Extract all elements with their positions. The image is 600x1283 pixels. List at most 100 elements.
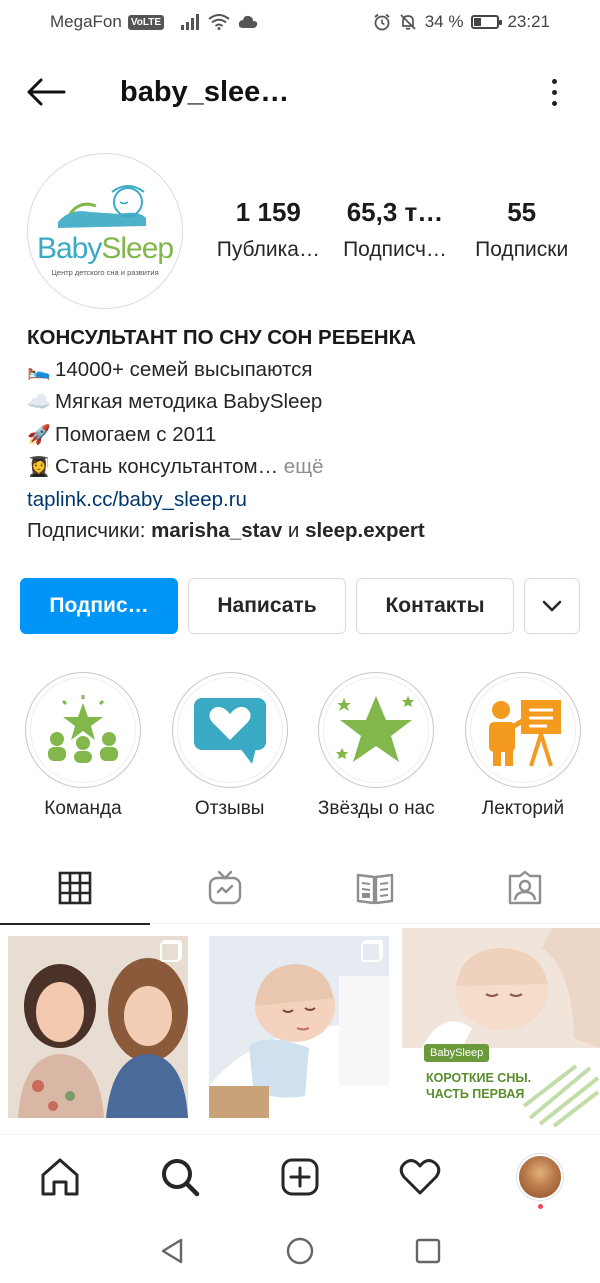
more-options-button[interactable] bbox=[544, 72, 564, 112]
system-back-button[interactable] bbox=[108, 1218, 236, 1283]
heart-icon bbox=[399, 1159, 441, 1195]
follower-name[interactable]: marisha_stav bbox=[151, 519, 282, 542]
baby-photo bbox=[209, 936, 389, 1118]
mute-icon bbox=[400, 14, 416, 30]
system-recents-button[interactable] bbox=[364, 1218, 492, 1283]
bottom-navigation bbox=[0, 1134, 600, 1218]
more-dot bbox=[551, 100, 557, 106]
post-brand-badge: BabySleep bbox=[424, 1044, 490, 1062]
highlight-reviews[interactable]: Отзывы bbox=[165, 672, 295, 820]
sleeping-baby-logo-icon bbox=[58, 184, 146, 228]
notification-dot bbox=[537, 1204, 543, 1209]
contacts-button[interactable]: Контакты bbox=[356, 578, 514, 634]
heart-bubble-icon bbox=[193, 698, 266, 764]
stat-following-value: 55 bbox=[507, 197, 537, 227]
carousel-icon bbox=[160, 942, 180, 962]
bio-line-text: Мягкая методика BabySleep bbox=[55, 390, 323, 413]
carousel-icon bbox=[361, 942, 381, 962]
followers-prefix: Подписчики: bbox=[27, 519, 152, 542]
mutual-followers[interactable]: Подписчики: marisha_stav и sleep.expert bbox=[27, 515, 587, 547]
post-thumbnail[interactable] bbox=[8, 936, 188, 1118]
brush-stroke-decoration bbox=[522, 1064, 600, 1128]
more-vertical-icon bbox=[551, 78, 557, 84]
stat-posts-label: Публика… bbox=[216, 238, 320, 261]
team-star-icon bbox=[48, 695, 118, 763]
status-bar: MegaFon VoLTE 34 % 23:21 bbox=[0, 0, 600, 46]
triangle-back-icon bbox=[161, 1238, 183, 1263]
highlight-lectures[interactable]: Лекторий bbox=[458, 672, 588, 820]
stat-posts[interactable]: 1 159 Публика… bbox=[205, 197, 332, 262]
status-right: 34 % 23:21 bbox=[373, 12, 550, 32]
highlight-cover bbox=[176, 677, 283, 783]
highlight-label: Команда bbox=[44, 798, 122, 819]
profile-avatar[interactable]: BabySleep Центр детского сна и развития bbox=[27, 153, 183, 309]
stat-followers-value: 65,3 т… bbox=[346, 197, 444, 227]
tagged-icon bbox=[508, 870, 542, 905]
highlight-cover bbox=[30, 677, 136, 783]
nav-home[interactable] bbox=[0, 1135, 120, 1219]
stat-following[interactable]: 55 Подписки bbox=[458, 197, 585, 262]
tab-guides[interactable] bbox=[300, 852, 450, 924]
bio-line: 👩‍🎓 Стань консультантом… ещё bbox=[27, 451, 587, 484]
android-navigation-bar bbox=[0, 1218, 600, 1283]
follower-name[interactable]: sleep.expert bbox=[305, 519, 425, 542]
cloud-emoji: ☁️ bbox=[27, 392, 51, 413]
bed-emoji: 🛌 bbox=[27, 359, 51, 381]
bio-line: 🛌 14000+ семей высыпаются bbox=[27, 354, 587, 387]
status-left: MegaFon VoLTE bbox=[50, 12, 258, 32]
nav-activity[interactable] bbox=[360, 1135, 480, 1219]
posts-grid: BabySleep КОРОТКИЕ СНЫ. ЧАСТЬ ПЕРВАЯ bbox=[0, 928, 600, 1134]
tab-igtv[interactable] bbox=[150, 852, 300, 924]
nav-profile[interactable] bbox=[480, 1135, 600, 1219]
battery-percent: 34 % bbox=[424, 12, 464, 31]
more-dot bbox=[551, 89, 557, 95]
signal-icon bbox=[181, 14, 200, 30]
system-home-button[interactable] bbox=[236, 1218, 364, 1283]
tab-tagged[interactable] bbox=[450, 852, 600, 924]
logo-subtitle: Центр детского сна и развития bbox=[51, 267, 159, 277]
sleeping-baby-photo bbox=[402, 928, 600, 1048]
chevron-down-icon bbox=[542, 600, 562, 612]
profile-username: baby_slee… bbox=[120, 76, 290, 108]
cloud-icon bbox=[238, 15, 258, 28]
profile-bio: КОНСУЛЬТАНТ ПО СНУ СОН РЕБЕНКА 🛌 14000+ с… bbox=[27, 322, 587, 547]
post-thumbnail[interactable]: BabySleep КОРОТКИЕ СНЫ. ЧАСТЬ ПЕРВАЯ bbox=[402, 928, 600, 1134]
message-button[interactable]: Написать bbox=[188, 578, 346, 634]
profile-avatar-icon bbox=[517, 1154, 563, 1200]
clock: 23:21 bbox=[507, 12, 550, 31]
bio-more-link[interactable]: ещё bbox=[278, 455, 324, 478]
igtv-icon bbox=[208, 870, 242, 905]
back-button[interactable] bbox=[24, 72, 68, 112]
search-icon bbox=[162, 1159, 200, 1197]
nav-search[interactable] bbox=[120, 1135, 240, 1219]
bio-title: КОНСУЛЬТАНТ ПО СНУ СОН РЕБЕНКА bbox=[27, 326, 416, 349]
circle-home-icon bbox=[286, 1237, 314, 1264]
bio-line-text: Стань консультантом… bbox=[55, 455, 279, 478]
suggested-dropdown-button[interactable] bbox=[524, 578, 580, 634]
tab-posts-grid[interactable] bbox=[0, 852, 150, 925]
profile-actions: Подпис… Написать Контакты bbox=[20, 578, 580, 634]
bio-website-link[interactable]: taplink.cc/baby_sleep.ru bbox=[27, 484, 587, 516]
highlight-cover bbox=[323, 677, 430, 783]
post-thumbnail[interactable] bbox=[209, 936, 389, 1118]
followers-and: и bbox=[282, 519, 306, 542]
bio-line: 🚀 Помогаем с 2011 bbox=[27, 419, 587, 452]
square-recents-icon bbox=[415, 1238, 441, 1263]
logo-text-sleep: Sleep bbox=[101, 231, 174, 265]
battery-level bbox=[474, 18, 482, 26]
volte-badge: VoLTE bbox=[127, 14, 165, 30]
home-icon bbox=[41, 1158, 79, 1196]
story-highlights: Команда Отзывы Звёзды о нас Лекторий bbox=[18, 672, 588, 820]
stat-followers[interactable]: 65,3 т… Подписч… bbox=[332, 197, 459, 262]
follow-button[interactable]: Подпис… bbox=[20, 578, 178, 634]
bio-line-text: Помогаем с 2011 bbox=[55, 422, 217, 446]
profile-stats: 1 159 Публика… 65,3 т… Подписч… 55 Подпи… bbox=[205, 197, 585, 262]
highlight-stars[interactable]: Звёзды о нас bbox=[311, 672, 441, 820]
profile-tabs bbox=[0, 852, 600, 925]
lecturer-icon bbox=[488, 700, 561, 767]
nav-new-post[interactable] bbox=[240, 1135, 360, 1219]
highlight-team[interactable]: Команда bbox=[18, 672, 148, 820]
highlight-label: Звёзды о нас bbox=[317, 798, 435, 819]
bio-line: ☁️ Мягкая методика BabySleep bbox=[27, 386, 587, 419]
stat-posts-value: 1 159 bbox=[235, 197, 301, 227]
